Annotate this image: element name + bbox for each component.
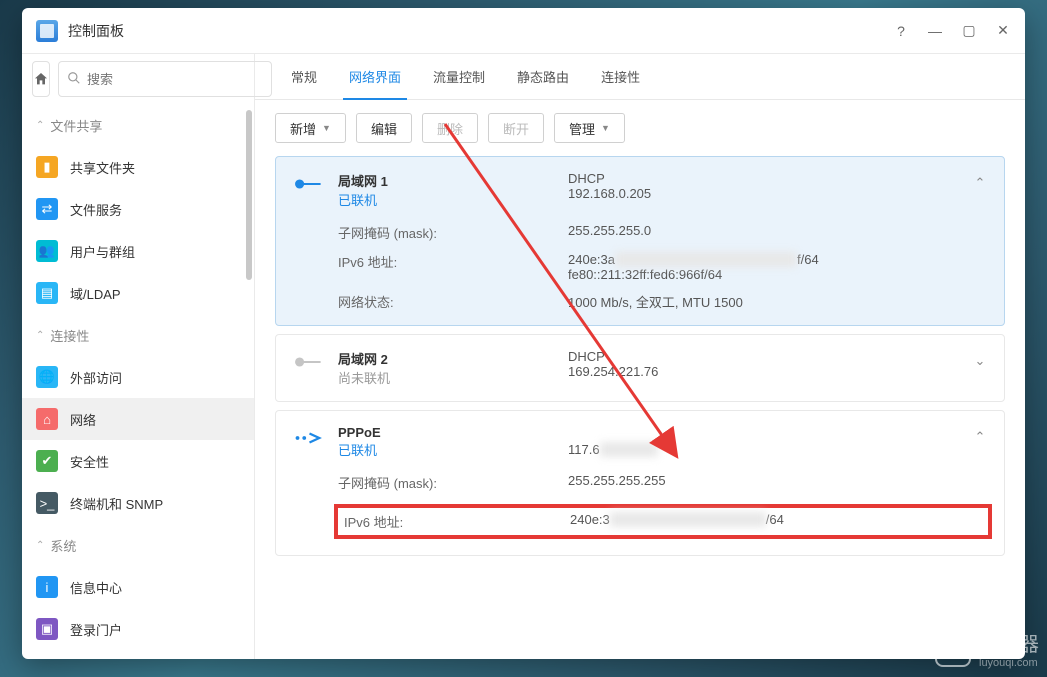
users-icon: 👥	[36, 240, 58, 262]
sidebar-item-shared-folder[interactable]: ▮ 共享文件夹	[22, 146, 254, 188]
tabs: 常规 网络界面 流量控制 静态路由 连接性	[255, 54, 1025, 100]
chevron-up-icon: ⌃	[36, 120, 44, 131]
subnet-value: 255.255.255.255	[568, 473, 988, 492]
iface-ip: 192.168.0.205	[568, 186, 988, 201]
section-system[interactable]: ⌃ 系统	[22, 524, 254, 566]
section-connectivity[interactable]: ⌃ 连接性	[22, 314, 254, 356]
caret-down-icon: ▼	[322, 123, 331, 133]
ipv6-label: IPv6 地址:	[338, 252, 558, 282]
shield-icon: ✔	[36, 450, 58, 472]
sidebar-item-users-groups[interactable]: 👥 用户与群组	[22, 230, 254, 272]
iface-method: DHCP	[568, 171, 988, 186]
collapse-button[interactable]: ⌃	[968, 425, 992, 449]
minimize-icon[interactable]: —	[927, 23, 943, 39]
chevron-up-icon: ⌃	[975, 429, 986, 445]
sidebar-item-network[interactable]: ⌂ 网络	[22, 398, 254, 440]
interface-lan2[interactable]: 局域网 2 尚未联机 DHCP 169.254.221.76 ⌄	[275, 334, 1005, 402]
caret-down-icon: ▼	[601, 123, 610, 133]
ldap-icon: ▤	[36, 282, 58, 304]
ethernet-icon	[292, 351, 324, 373]
tab-static-route[interactable]: 静态路由	[501, 54, 585, 99]
folder-icon: ▮	[36, 156, 58, 178]
control-panel-window: 控制面板 ? — ▢ ✕	[22, 8, 1025, 659]
help-icon[interactable]: ?	[893, 23, 909, 39]
portal-icon: ▣	[36, 618, 58, 640]
subnet-value: 255.255.255.0	[568, 223, 988, 242]
sidebar: ⌃ 文件共享 ▮ 共享文件夹 ⇄ 文件服务 👥 用户与群组 ▤ 域/LDA	[22, 54, 255, 659]
ipv6-highlight: IPv6 地址: 240e:3xxxxxxxxxxxxxxxxxxxxxxxx/…	[334, 504, 992, 539]
netstatus-label: 网络状态:	[338, 292, 558, 311]
network-icon: ⌂	[36, 408, 58, 430]
tab-connectivity[interactable]: 连接性	[585, 54, 656, 99]
main-panel: 常规 网络界面 流量控制 静态路由 连接性 新增▼ 编辑 删除 断开 管理▼	[255, 54, 1025, 659]
add-button[interactable]: 新增▼	[275, 113, 346, 143]
sidebar-item-info-center[interactable]: i 信息中心	[22, 566, 254, 608]
chevron-down-icon: ⌄	[975, 353, 986, 369]
iface-name: PPPoE	[338, 425, 558, 440]
iface-status: 已联机	[338, 440, 558, 459]
section-fileshare[interactable]: ⌃ 文件共享	[22, 104, 254, 146]
tab-traffic[interactable]: 流量控制	[417, 54, 501, 99]
pppoe-icon	[292, 427, 324, 449]
titlebar: 控制面板 ? — ▢ ✕	[22, 8, 1025, 54]
app-icon	[36, 20, 58, 42]
delete-button: 删除	[422, 113, 478, 143]
file-service-icon: ⇄	[36, 198, 58, 220]
iface-ip: 169.254.221.76	[568, 364, 988, 379]
interface-pppoe[interactable]: PPPoE 已联机 117.6xxxxxxxxx ⌃	[275, 410, 1005, 556]
interface-list: 局域网 1 已联机 DHCP 192.168.0.205 ⌃	[255, 156, 1025, 659]
toolbar: 新增▼ 编辑 删除 断开 管理▼	[255, 100, 1025, 156]
netstatus-value: 1000 Mb/s, 全双工, MTU 1500	[568, 292, 988, 311]
search-icon	[67, 71, 81, 88]
disconnect-button: 断开	[488, 113, 544, 143]
nav: ⌃ 文件共享 ▮ 共享文件夹 ⇄ 文件服务 👥 用户与群组 ▤ 域/LDA	[22, 104, 254, 659]
ipv6-value: 240e:3axxxxxxxxxxxxxxxxxxxxxxxxxxxxf/64 …	[568, 252, 988, 282]
search-input-wrap[interactable]	[58, 61, 272, 97]
edit-button[interactable]: 编辑	[356, 113, 412, 143]
sidebar-item-security[interactable]: ✔ 安全性	[22, 440, 254, 482]
chevron-up-icon: ⌃	[36, 540, 44, 551]
ethernet-icon	[292, 173, 324, 195]
tab-interfaces[interactable]: 网络界面	[333, 54, 417, 99]
info-icon: i	[36, 576, 58, 598]
maximize-icon[interactable]: ▢	[961, 23, 977, 39]
chevron-up-icon: ⌃	[975, 175, 986, 191]
iface-status: 已联机	[338, 190, 558, 209]
search-input[interactable]	[87, 72, 263, 87]
ipv6-label: IPv6 地址:	[344, 512, 560, 531]
tab-general[interactable]: 常规	[275, 54, 333, 99]
watermark: ⚙ 路由器 luyouqi.com	[935, 628, 1039, 669]
globe-icon: 🌐	[36, 366, 58, 388]
collapse-button[interactable]: ⌃	[968, 171, 992, 195]
sidebar-item-domain-ldap[interactable]: ▤ 域/LDAP	[22, 272, 254, 314]
ipv6-value: 240e:3xxxxxxxxxxxxxxxxxxxxxxxx/64	[570, 512, 982, 531]
router-icon: ⚙	[935, 631, 971, 667]
scrollbar[interactable]	[246, 110, 252, 280]
home-button[interactable]	[32, 61, 50, 97]
manage-button[interactable]: 管理▼	[554, 113, 625, 143]
iface-method: DHCP	[568, 349, 988, 364]
sidebar-item-file-services[interactable]: ⇄ 文件服务	[22, 188, 254, 230]
expand-button[interactable]: ⌄	[968, 349, 992, 373]
terminal-icon: >_	[36, 492, 58, 514]
iface-name: 局域网 2	[338, 349, 558, 368]
subnet-label: 子网掩码 (mask):	[338, 473, 558, 492]
interface-lan1[interactable]: 局域网 1 已联机 DHCP 192.168.0.205 ⌃	[275, 156, 1005, 326]
sidebar-item-terminal-snmp[interactable]: >_ 终端机和 SNMP	[22, 482, 254, 524]
chevron-up-icon: ⌃	[36, 330, 44, 341]
iface-status: 尚未联机	[338, 368, 558, 387]
sidebar-item-login-portal[interactable]: ▣ 登录门户	[22, 608, 254, 650]
sidebar-item-external-access[interactable]: 🌐 外部访问	[22, 356, 254, 398]
iface-name: 局域网 1	[338, 171, 558, 190]
window-title: 控制面板	[68, 21, 893, 41]
close-icon[interactable]: ✕	[995, 23, 1011, 39]
subnet-label: 子网掩码 (mask):	[338, 223, 558, 242]
iface-ip: 117.6xxxxxxxxx	[568, 442, 988, 457]
